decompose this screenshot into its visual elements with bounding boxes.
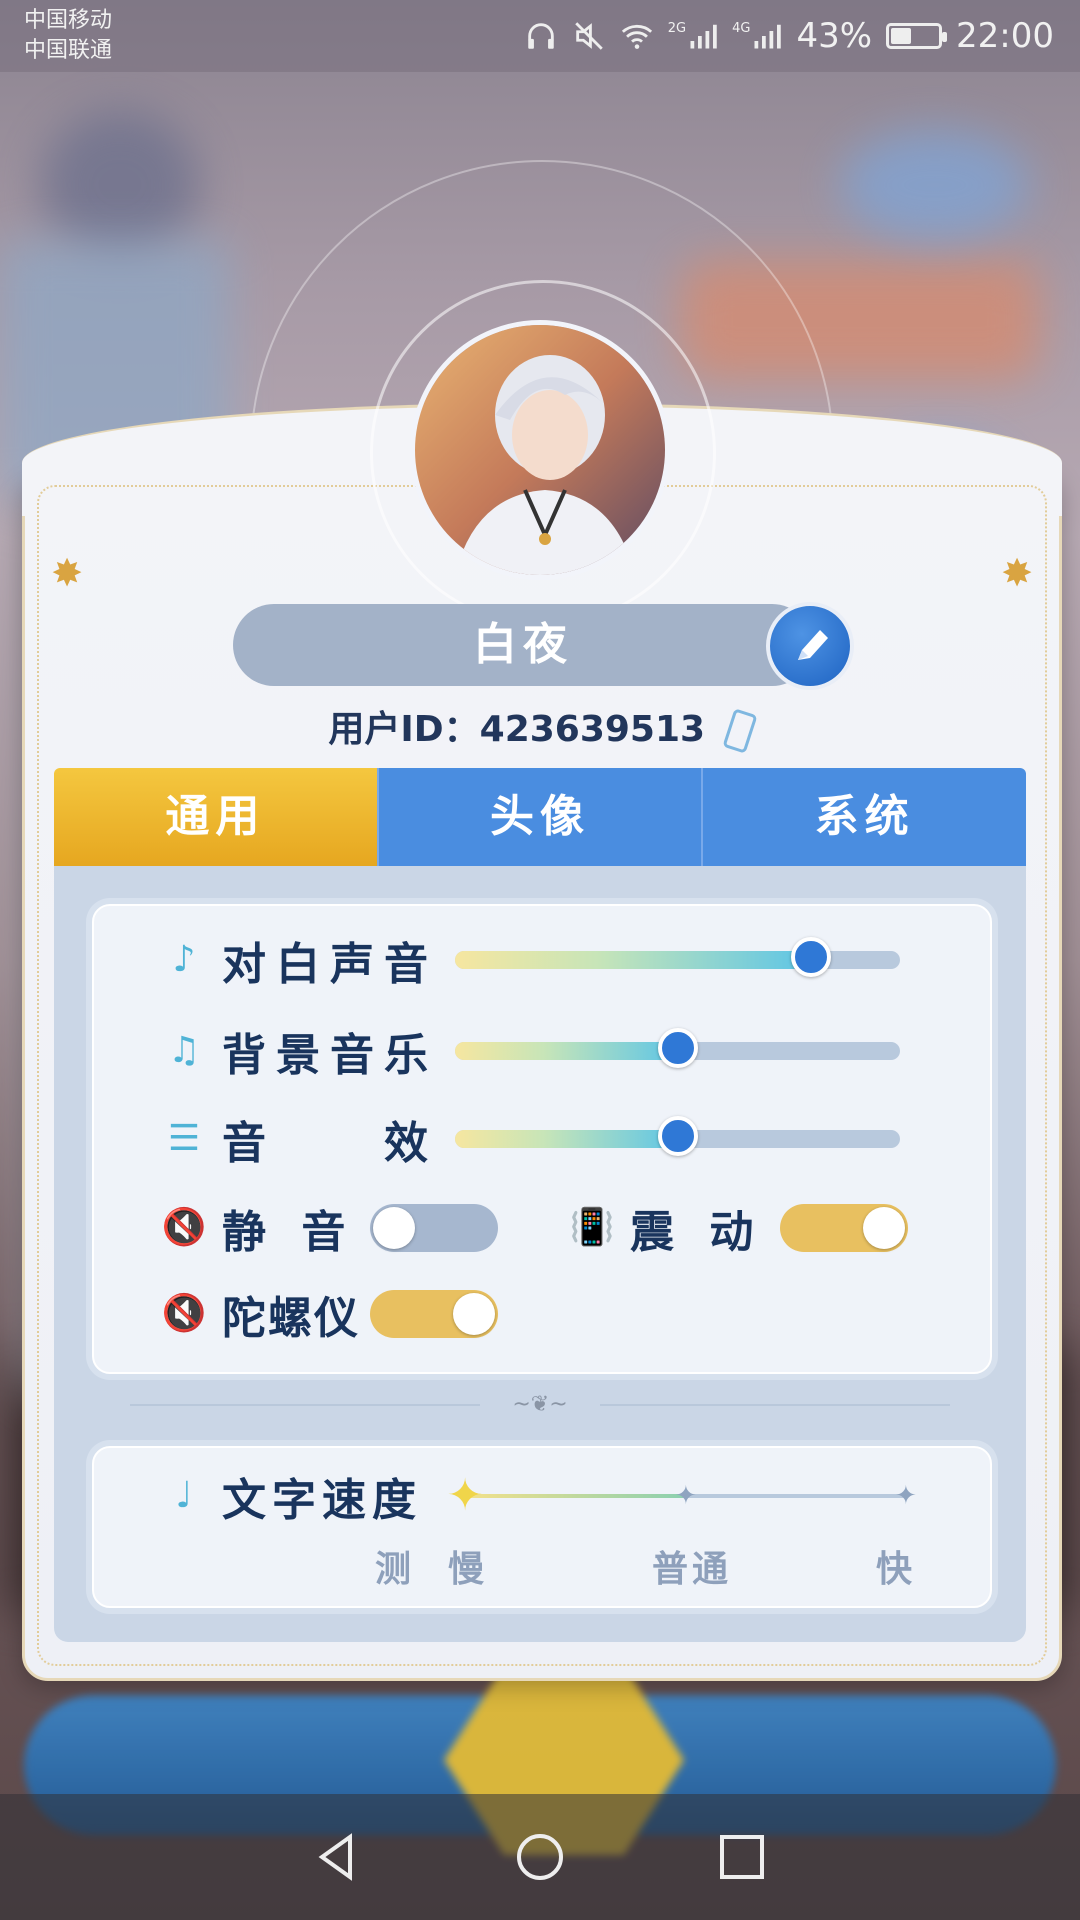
signal-4g-icon: 4G	[732, 21, 782, 51]
text-speed-label: 文字速度	[222, 1475, 422, 1526]
carrier-1: 中国移动	[24, 8, 113, 33]
vibrate-phone-icon: 📳	[569, 1207, 615, 1248]
corner-star-icon: ✸	[51, 551, 83, 595]
vibrate-toggle[interactable]	[780, 1204, 908, 1252]
tab-general[interactable]: 通用	[54, 768, 377, 866]
headphones-icon	[527, 23, 554, 49]
sfx-volume-row: ☰ 音 效	[160, 1109, 438, 1169]
text-speed-row: ♩ 文字速度	[160, 1466, 422, 1526]
bgm-volume-slider[interactable]	[455, 1028, 900, 1068]
slider-thumb[interactable]	[657, 1116, 698, 1156]
sfx-volume-label: 音 效	[222, 1118, 438, 1169]
speed-handle-star-icon[interactable]: ✦	[443, 1472, 487, 1520]
system-nav-bar	[0, 1794, 1080, 1920]
status-bar: 中国移动 中国联通 2G 4G 43% 22:00	[0, 0, 1080, 72]
bind-phone-icon[interactable]	[722, 708, 758, 754]
clock: 22:00	[956, 16, 1054, 56]
gyroscope-label: 陀螺仪	[222, 1293, 360, 1344]
speed-option-slow[interactable]: 慢	[448, 1540, 504, 1592]
carrier-info: 中国移动 中国联通	[24, 6, 112, 66]
carrier-2: 中国联通	[24, 38, 113, 63]
bgm-volume-row: ♫ 背景音乐	[160, 1021, 438, 1081]
ornament-icon: ~❦~	[480, 1392, 600, 1418]
dialogue-volume-slider[interactable]	[455, 937, 900, 977]
network-type-2: 4G	[732, 21, 751, 36]
speaker-muted-icon: 🔇	[161, 1207, 207, 1248]
tab-avatar[interactable]: 头像	[376, 768, 702, 866]
speed-option-test[interactable]: 测	[375, 1540, 431, 1592]
corner-star-icon: ✸	[1001, 551, 1033, 595]
speaker-muted-icon: 🔇	[161, 1293, 207, 1334]
user-id-row: 用户ID：423639513	[0, 700, 1080, 754]
settings-tabs: 通用 头像 系统	[54, 768, 1027, 866]
gyroscope-row: 🔇 陀螺仪	[160, 1284, 360, 1344]
wifi-icon	[621, 24, 652, 49]
network-type-1: 2G	[667, 21, 687, 36]
vibrate-row: 📳 震 动	[568, 1198, 763, 1258]
dialogue-volume-row: ♪ 对白声音	[160, 930, 438, 990]
sfx-volume-slider[interactable]	[455, 1116, 900, 1156]
player-name: 白夜	[233, 604, 813, 686]
home-icon[interactable]	[514, 1831, 566, 1883]
pencil-icon	[798, 630, 828, 660]
avatar[interactable]	[410, 320, 670, 580]
battery-percent: 43%	[796, 16, 873, 56]
edit-name-button[interactable]	[766, 602, 854, 690]
tab-system[interactable]: 系统	[701, 768, 1027, 866]
dialogue-sound-icon: ♪	[172, 939, 196, 980]
speed-mark: ✦	[675, 1481, 697, 1511]
mute-toggle[interactable]	[370, 1204, 498, 1252]
mute-row: 🔇 静 音	[160, 1198, 355, 1258]
slider-thumb[interactable]	[657, 1028, 698, 1068]
text-note-icon: ♩	[175, 1475, 193, 1516]
signal-2g-icon: 2G	[668, 21, 718, 51]
slider-thumb[interactable]	[791, 937, 831, 977]
speed-option-fast[interactable]: 快	[876, 1540, 932, 1592]
sound-muted-icon	[574, 22, 603, 50]
dialogue-volume-label: 对白声音	[222, 939, 438, 990]
bgm-volume-label: 背景音乐	[222, 1030, 438, 1081]
speed-mark: ✦	[895, 1481, 917, 1511]
user-id-label: 用户ID：	[328, 709, 480, 750]
gyroscope-toggle[interactable]	[370, 1290, 498, 1338]
equalizer-icon: ☰	[167, 1118, 201, 1159]
speed-option-normal[interactable]: 普通	[652, 1540, 732, 1592]
recents-icon[interactable]	[716, 1831, 768, 1883]
vibrate-label: 震 动	[630, 1207, 764, 1258]
music-note-icon: ♫	[167, 1030, 201, 1071]
mute-label: 静 音	[222, 1207, 356, 1258]
battery-icon	[886, 23, 948, 49]
text-speed-slider[interactable]: ✦ ✦ ✦	[447, 1472, 917, 1520]
user-id-value: 423639513	[479, 709, 706, 750]
back-icon[interactable]	[312, 1831, 364, 1883]
